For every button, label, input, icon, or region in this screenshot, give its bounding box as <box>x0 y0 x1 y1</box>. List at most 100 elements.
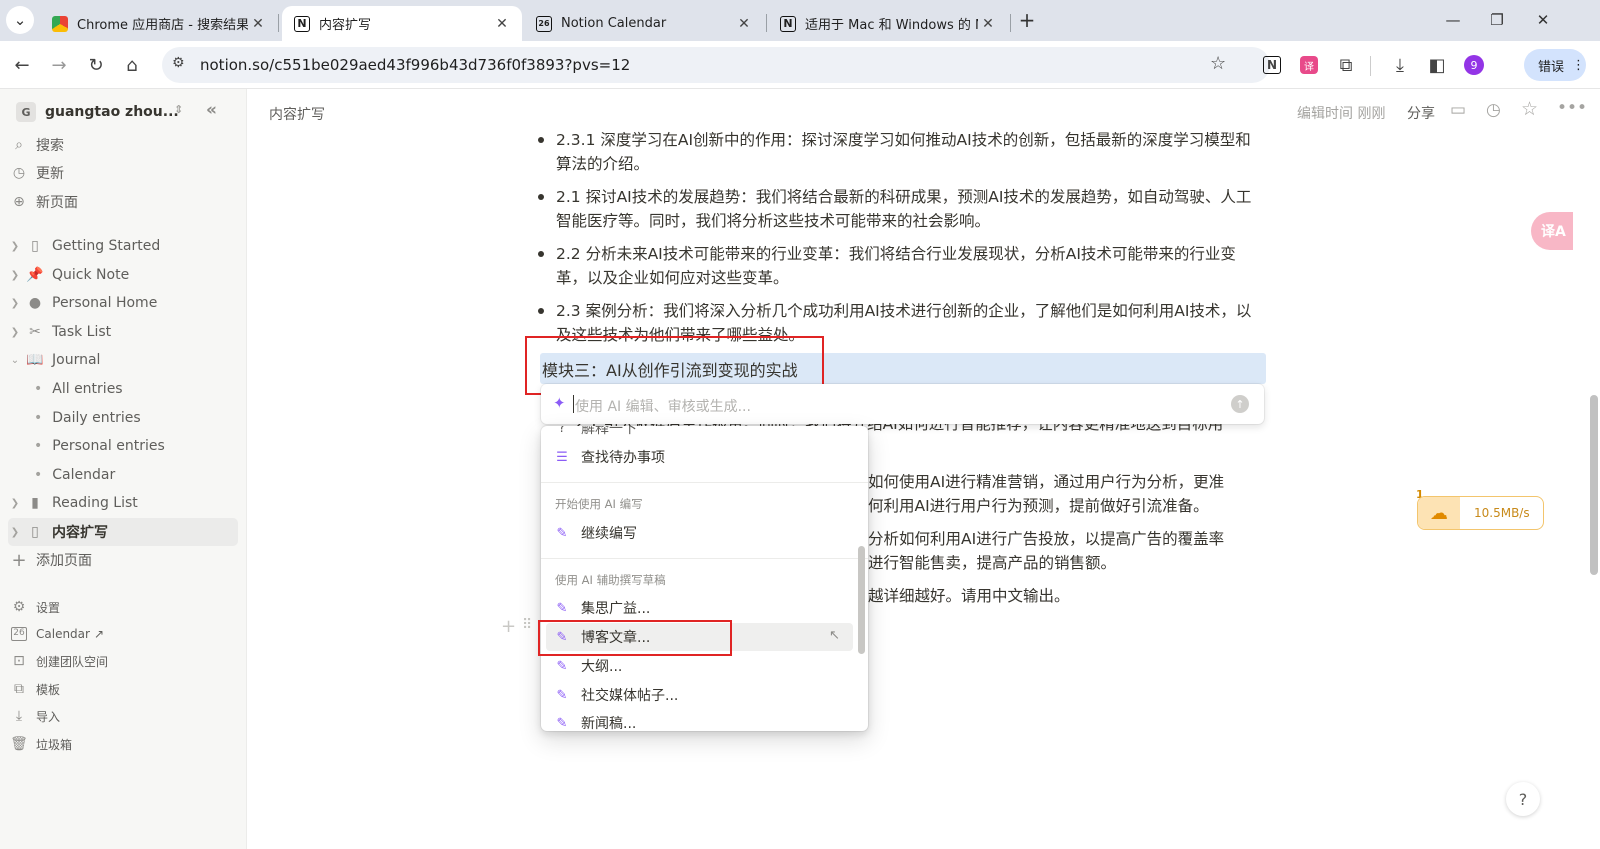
sidebar-item-updates[interactable]: ◷ 更新 <box>8 159 238 187</box>
network-speed-widget[interactable]: ☁ 10.5MB/s <box>1417 496 1544 530</box>
sidebar-add-page[interactable]: + 添加页面 <box>8 546 238 574</box>
notion-extension-button[interactable]: N <box>1258 51 1286 79</box>
sidebar-item-task-list[interactable]: ❯ ✂ Task List <box>8 318 238 346</box>
share-button[interactable]: 分享 <box>1407 103 1435 123</box>
home-button[interactable]: ⌂ <box>118 51 146 79</box>
side-panel-button[interactable]: ◧ <box>1423 51 1451 79</box>
tab-notion-calendar[interactable]: 26 Notion Calendar ✕ <box>524 6 764 41</box>
menu-item-outline[interactable]: ✎ 大纲... <box>546 652 853 680</box>
url-text[interactable]: notion.so/c551be029aed43f996b43d736f0f38… <box>200 56 630 74</box>
template-icon: ⧉ <box>14 681 24 697</box>
help-button[interactable]: ? <box>1506 782 1540 816</box>
edited-time-label: 编辑时间 刚刚 <box>1297 106 1386 122</box>
sidebar-item-personal-entries[interactable]: • Personal entries <box>8 432 238 460</box>
more-options-icon[interactable]: ••• <box>1557 98 1587 118</box>
arrow-left-icon: ← <box>14 54 30 76</box>
sidebar-item-templates[interactable]: ⧉ 模板 <box>8 675 238 703</box>
tab-title: Chrome 应用商店 - 搜索结果 <box>77 18 248 33</box>
bookmark-star-icon[interactable]: ☆ <box>1210 53 1226 74</box>
partial-text-line: 分析如何利用AI进行广告投放，以提高广告的覆盖率 <box>868 530 1225 548</box>
menu-item-continue-writing[interactable]: ✎ 继续编写 <box>546 519 853 547</box>
pen-icon: ✎ <box>556 525 568 541</box>
sidebar-item-quick-note[interactable]: ❯ 📌 Quick Note <box>8 261 238 289</box>
site-info-icon[interactable]: ⚙ <box>172 55 185 71</box>
menu-item-press-release[interactable]: ✎ 新闻稿... <box>546 709 853 732</box>
menu-scrollbar[interactable] <box>858 546 865 654</box>
profile-button[interactable]: 9 <box>1460 51 1488 79</box>
forward-button[interactable]: → <box>45 51 73 79</box>
restore-button[interactable]: ❐ <box>1482 8 1512 32</box>
tab-content-expand[interactable]: N 内容扩写 ✕ <box>282 6 522 41</box>
close-window-button[interactable]: ✕ <box>1528 8 1558 32</box>
sidebar-item-search[interactable]: ⌕ 搜索 <box>8 131 238 159</box>
book-icon: 📖 <box>26 352 44 368</box>
favorite-star-icon[interactable]: ☆ <box>1521 98 1538 120</box>
list-item[interactable]: 2.1 探讨AI技术的发展趋势：我们将结合最新的科研成果，预测AI技术的发展趋势… <box>538 185 1261 233</box>
sidebar-item-daily-entries[interactable]: • Daily entries <box>8 404 238 432</box>
list-item[interactable]: 2.2 分析未来AI技术可能带来的行业变革：我们将结合行业发展现状，分析AI技术… <box>538 242 1261 290</box>
history-icon[interactable]: ◷ <box>1486 100 1501 120</box>
sidebar-item-content-expand[interactable]: ❯ ▯ 内容扩写 <box>8 518 238 546</box>
sidebar-item-new-page[interactable]: ⊕ 新页面 <box>8 188 238 216</box>
translate-extension-button[interactable]: 译 <box>1295 51 1323 79</box>
sidebar-item-personal-home[interactable]: ❯ ● Personal Home <box>8 289 238 317</box>
menu-item-find-todos[interactable]: ☰ 查找待办事项 <box>546 443 853 471</box>
workspace-switcher[interactable]: G guangtao zhou... ⇕ « <box>8 98 238 126</box>
sidebar-item-calendar-link[interactable]: 26 Calendar ↗ <box>8 620 238 648</box>
minimize-icon: — <box>1445 11 1461 29</box>
menu-item-label: 社交媒体帖子... <box>581 688 679 704</box>
translate-float-button[interactable]: 译A <box>1531 212 1573 250</box>
pen-icon: ✎ <box>556 600 568 616</box>
sidebar-item-all-entries[interactable]: • All entries <box>8 375 238 403</box>
menu-item-social-post[interactable]: ✎ 社交媒体帖子... <box>546 681 853 709</box>
extensions-button[interactable]: ⧉ <box>1332 51 1360 79</box>
chevron-right-icon[interactable]: ❯ <box>8 498 22 509</box>
list-item[interactable]: 2.3.1 深度学习在AI创新中的作用：探讨深度学习如何推动AI技术的创新，包括… <box>538 128 1261 176</box>
sidebar-item-reading-list[interactable]: ❯ ▮ Reading List <box>8 489 238 517</box>
restore-icon: ❐ <box>1490 11 1504 29</box>
menu-item-explain[interactable]: ? 解释一下 <box>546 426 853 442</box>
downloads-button[interactable]: ⤓ <box>1386 51 1414 79</box>
sidebar-item-label: Daily entries <box>52 410 141 426</box>
sidebar-item-trash[interactable]: 🗑 垃圾箱 <box>8 730 238 758</box>
sidebar-item-label: 内容扩写 <box>52 525 108 541</box>
new-tab-button[interactable]: + <box>1012 8 1042 32</box>
sidebar-item-calendar[interactable]: • Calendar <box>8 461 238 489</box>
page-scrollbar[interactable] <box>1590 395 1598 575</box>
chevron-right-icon[interactable]: ❯ <box>8 270 22 281</box>
close-tab-icon[interactable]: ✕ <box>978 16 998 32</box>
tab-notion-download[interactable]: N 适用于 Mac 和 Windows 的 N ✕ <box>768 6 1008 41</box>
ai-sparkle-icon: ✦ <box>553 394 566 412</box>
address-bar[interactable]: ⚙ notion.so/c551be029aed43f996b43d736f0f… <box>162 47 1270 83</box>
chevron-right-icon[interactable]: ❯ <box>8 241 22 252</box>
minimize-button[interactable]: — <box>1438 8 1468 32</box>
close-tab-icon[interactable]: ✕ <box>248 16 268 32</box>
breadcrumb[interactable]: 内容扩写 <box>269 104 325 124</box>
tab-chrome-store[interactable]: Chrome 应用商店 - 搜索结果 ✕ <box>40 6 278 41</box>
back-button[interactable]: ← <box>8 51 36 79</box>
sidebar-item-settings[interactable]: ⚙ 设置 <box>8 593 238 621</box>
ai-prompt-input[interactable]: ✦ 使用 AI 编辑、审核或生成... ↑ <box>541 384 1264 424</box>
close-tab-icon[interactable]: ✕ <box>734 16 754 32</box>
add-block-icon[interactable]: + <box>501 616 516 637</box>
tab-search-button[interactable]: ⌄ <box>6 6 34 34</box>
close-tab-icon[interactable]: ✕ <box>492 16 512 32</box>
sidebar-item-getting-started[interactable]: ❯ ▯ Getting Started <box>8 232 238 260</box>
menu-item-brainstorm[interactable]: ✎ 集思广益... <box>546 594 853 622</box>
sidebar-item-import[interactable]: ⤓ 导入 <box>8 702 238 730</box>
chevron-right-icon[interactable]: ❯ <box>8 298 22 309</box>
comment-icon[interactable]: ▭ <box>1450 100 1466 120</box>
team-icon: ⊡ <box>13 653 25 669</box>
chevron-right-icon[interactable]: ❯ <box>8 327 22 338</box>
sidebar-item-journal[interactable]: ⌄ 📖 Journal <box>8 346 238 374</box>
send-arrow-icon[interactable]: ↑ <box>1231 395 1249 413</box>
sidebar-item-create-teamspace[interactable]: ⊡ 创建团队空间 <box>8 647 238 675</box>
pin-icon: 📌 <box>26 267 44 283</box>
chevron-right-icon[interactable]: ❯ <box>8 527 22 538</box>
chevron-down-icon[interactable]: ⌄ <box>8 355 22 366</box>
reload-button[interactable]: ↻ <box>82 51 110 79</box>
error-button[interactable]: 错误 ⋮ <box>1524 49 1586 81</box>
sidebar-item-label: Journal <box>52 352 101 368</box>
collapse-sidebar-icon[interactable]: « <box>206 100 217 120</box>
drag-handle-icon[interactable]: ⠿ <box>522 617 532 633</box>
